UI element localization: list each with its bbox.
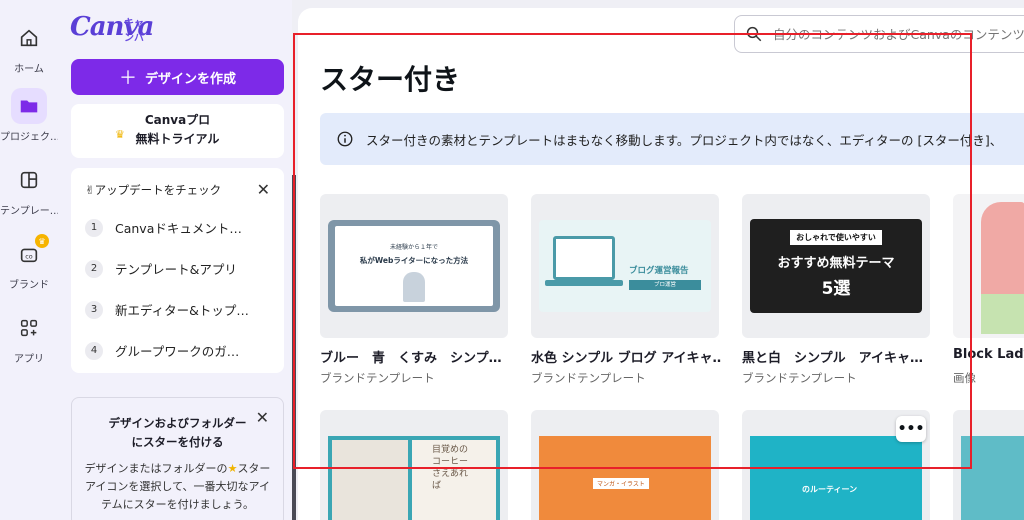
rail-projects[interactable]: プロジェク… xyxy=(0,88,58,143)
page-title: スター付き xyxy=(320,63,461,96)
card-thumbnail[interactable]: マンガ・イラスト xyxy=(531,410,719,520)
logo-kana: キャンバ xyxy=(124,18,144,44)
side-panel: Canva キャンバ ＋ デザインを作成 ♛ Canvaプロ 無料トライアル ✌… xyxy=(58,0,292,520)
thumb-text: ブログ運営報告 xyxy=(629,266,689,276)
search-input[interactable] xyxy=(773,26,1024,42)
create-design-button[interactable]: ＋ デザインを作成 xyxy=(71,59,284,95)
update-item[interactable]: 4 グループワークのガ… xyxy=(85,341,239,360)
person-illustration xyxy=(403,272,425,302)
updates-card: ✌アップデートをチェック ✕ 1 Canvaドキュメント… 2 テンプレート&ア… xyxy=(71,168,284,373)
canva-logo[interactable]: Canva キャンバ xyxy=(70,12,154,48)
rail-apps[interactable]: アプリ xyxy=(0,310,58,365)
card-title: 黒と白 シンプル アイキャ… xyxy=(742,351,923,366)
home-icon xyxy=(11,20,47,56)
card-title: ブルー 青 くすみ シンプ… xyxy=(320,351,502,366)
card-title: Block Lady xyxy=(953,347,1024,362)
update-number: 3 xyxy=(85,300,103,319)
update-label: テンプレート&アプリ xyxy=(115,262,237,277)
star-tip-card: ✕ デザインおよびフォルダー にスターを付ける デザインまたはフォルダーの★スター… xyxy=(71,397,284,520)
update-label: 新エディター&トップ… xyxy=(115,303,249,318)
svg-text:co: co xyxy=(25,253,33,261)
search-box[interactable] xyxy=(734,15,1024,53)
thumb-text: のルーティーン xyxy=(802,485,858,494)
thumb-text: おすすめ無料テーマ xyxy=(777,256,895,271)
star-icon: ★ xyxy=(227,462,238,475)
update-label: グループワークのガ… xyxy=(115,344,240,359)
thumb-text: 5選 xyxy=(821,279,851,299)
card-type: ブランドテンプレート xyxy=(320,371,435,385)
thumb-text: 未経験から１年で xyxy=(389,244,438,251)
card-thumbnail[interactable]: おしゃれで使いやすい おすすめ無料テーマ 5選 xyxy=(742,194,930,338)
update-item[interactable]: 3 新エディター&トップ… xyxy=(85,300,249,319)
thumb-text: マンガ・イラスト xyxy=(593,478,649,489)
update-item[interactable]: 2 テンプレート&アプリ xyxy=(85,259,237,278)
card-thumbnail[interactable]: 未経験から１年で 私がWebライターになった方法 xyxy=(320,194,508,338)
thumb-text: 目覚めのコーヒーさえあれば xyxy=(432,445,469,491)
card-thumbnail[interactable]: のルーティーン ••• xyxy=(742,410,930,520)
pro-line2: 無料トライアル xyxy=(135,132,220,146)
rail-templates[interactable]: テンプレー… xyxy=(0,162,58,217)
info-banner: スター付きの素材とテンプレートはまもなく移動します。プロジェクト内ではなく、エデ… xyxy=(320,113,1024,165)
update-label: Canvaドキュメント… xyxy=(115,221,242,236)
updates-heading: ✌アップデートをチェック xyxy=(85,183,222,197)
card-type: ブランドテンプレート xyxy=(742,371,857,385)
card-thumbnail[interactable]: 目覚めのコーヒーさえあれば xyxy=(320,410,508,520)
update-number: 2 xyxy=(85,259,103,278)
card-title: 水色 シンプル ブログ アイキャ… xyxy=(531,351,721,366)
star-tip-title: デザインおよびフォルダー にスターを付ける xyxy=(108,416,247,449)
create-design-label: デザインを作成 xyxy=(144,70,236,86)
apps-icon xyxy=(11,310,47,346)
update-item[interactable]: 1 Canvaドキュメント… xyxy=(85,218,242,237)
rail-home[interactable]: ホーム xyxy=(0,20,58,75)
update-number: 1 xyxy=(85,218,103,237)
rail-templates-label: テンプレー… xyxy=(0,206,58,217)
rail-brand[interactable]: co ♛ ブランド xyxy=(0,234,58,291)
close-icon[interactable]: ✕ xyxy=(257,180,270,199)
card-thumbnail[interactable] xyxy=(953,194,1024,338)
card-thumbnail[interactable] xyxy=(953,410,1024,520)
rail-projects-label: プロジェク… xyxy=(0,132,58,143)
pro-line1: Canvaプロ xyxy=(144,113,211,127)
card-type: 画像 xyxy=(953,371,976,385)
template-icon xyxy=(11,162,47,198)
crown-badge-icon: ♛ xyxy=(35,234,49,248)
thumb-text: ブロ運営 xyxy=(629,280,701,290)
pro-trial-card[interactable]: ♛ Canvaプロ 無料トライアル xyxy=(71,104,284,158)
search-icon xyxy=(746,26,762,42)
crown-icon: ♛ xyxy=(115,128,125,141)
info-icon xyxy=(337,131,353,147)
panel-scrollbar[interactable] xyxy=(292,175,296,520)
thumb-text: おしゃれで使いやすい xyxy=(790,230,882,245)
folder-icon xyxy=(11,88,47,124)
card-thumbnail[interactable]: ブログ運営報告 ブロ運営 xyxy=(531,194,719,338)
update-number: 4 xyxy=(85,341,103,360)
card-type: ブランドテンプレート xyxy=(531,371,646,385)
close-icon[interactable]: ✕ xyxy=(256,408,269,427)
more-options-button[interactable]: ••• xyxy=(896,416,926,442)
banner-text: スター付きの素材とテンプレートはまもなく移動します。プロジェクト内ではなく、エデ… xyxy=(366,132,1003,148)
left-rail: ホーム プロジェク… テンプレー… co ♛ ブランド アプリ xyxy=(0,0,58,520)
star-tip-body: デザインまたはフォルダーの★スター アイコンを選択して、一番大切なアイ テムにスター… xyxy=(84,462,271,511)
rail-apps-label: アプリ xyxy=(14,354,44,365)
brand-icon: co ♛ xyxy=(11,234,49,272)
rail-brand-label: ブランド xyxy=(9,280,49,291)
sparkle-icon: ✌ xyxy=(85,183,95,197)
plus-icon: ＋ xyxy=(118,68,137,88)
laptop-illustration xyxy=(553,236,615,280)
thumb-text: 私がWebライターになった方法 xyxy=(359,256,469,265)
rail-home-label: ホーム xyxy=(14,64,44,75)
main-content: スター付き スター付きの素材とテンプレートはまもなく移動します。プロジェクト内で… xyxy=(298,8,1024,520)
